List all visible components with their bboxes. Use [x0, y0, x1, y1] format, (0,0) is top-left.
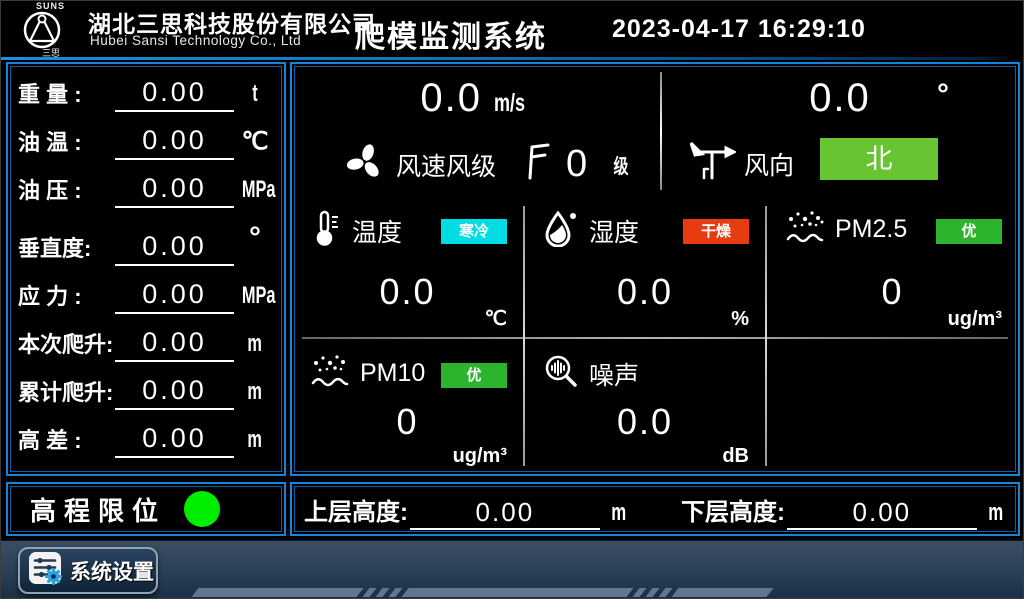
system-settings-button[interactable]: 系统设置 — [18, 547, 158, 594]
humidity-unit: % — [731, 308, 749, 331]
elevation-limit-label: 高程限位 — [30, 491, 166, 528]
wind-direction-row: 风向 — [690, 140, 794, 187]
wind-level-value: 0 — [566, 143, 587, 186]
header-divider — [0, 57, 1013, 60]
pm25-dust-icon — [785, 209, 825, 250]
wind-direction-display: 0.0 — [662, 76, 1018, 121]
current-climb-label: 本次爬升: — [18, 334, 115, 363]
current-climb-value: 0.00 — [115, 329, 234, 362]
thermometer-icon — [310, 209, 342, 252]
verticality-unit: ° — [234, 223, 276, 267]
noise-label: 噪声 — [589, 356, 639, 392]
oil-pressure-label: 油 压 : — [18, 180, 115, 209]
pm10-label: PM10 — [360, 359, 425, 388]
wind-speed-unit: m/s — [495, 89, 526, 118]
noise-cell: 噪声 0.0 dB — [525, 339, 765, 474]
oil-pressure-unit: MPa — [242, 178, 276, 202]
oil-pressure-value: 0.00 — [115, 175, 234, 208]
wind-direction-label: 风向 — [744, 146, 794, 182]
row-oil-pressure: 油 压 : 0.00 MPa — [18, 175, 276, 209]
row-current-climb: 本次爬升: 0.00 m — [18, 329, 276, 363]
wind-speed-value: 0.0 — [420, 76, 482, 120]
measurements-panel: 重 量 : 0.00 t 油 温 : 0.00 ℃ 油 压 : 0.00 MPa… — [6, 62, 286, 476]
weight-unit: t — [252, 82, 257, 106]
verticality-value: 0.00 — [115, 233, 234, 266]
row-verticality: 垂直度: 0.00 ° — [18, 223, 276, 267]
row-oil-temp: 油 温 : 0.00 ℃ — [18, 127, 276, 161]
taskbar-decoration — [191, 588, 773, 597]
weight-value: 0.00 — [115, 79, 234, 112]
noise-unit: dB — [722, 445, 749, 468]
pm25-label: PM2.5 — [835, 215, 907, 244]
wind-direction-badge: 北 — [820, 138, 938, 180]
pm10-dust-icon — [310, 353, 350, 394]
fan-icon — [344, 141, 386, 188]
wind-level-icon — [524, 140, 550, 189]
datetime-display: 2023-04-17 16:29:10 — [612, 15, 866, 44]
upper-height-value: 0.00 — [410, 499, 600, 530]
current-climb-unit: m — [248, 332, 263, 356]
wind-level-unit: 级 — [614, 150, 629, 179]
wind-speed-display: 0.0 m/s — [292, 76, 660, 121]
wind-direction-unit: ° — [937, 78, 949, 112]
verticality-label: 垂直度: — [18, 238, 115, 267]
pm25-cell: PM2.5 优 0 ug/m³ — [767, 195, 1018, 337]
total-climb-value: 0.00 — [115, 377, 234, 410]
elevation-limit-status-light — [184, 491, 220, 527]
stress-label: 应 力 : — [18, 286, 115, 315]
height-diff-value: 0.00 — [115, 425, 234, 458]
oil-temp-value: 0.00 — [115, 127, 234, 160]
pm10-status-badge: 优 — [441, 363, 507, 388]
total-climb-unit: m — [248, 380, 263, 404]
pm10-value: 0 — [292, 401, 523, 443]
wind-speed-level-label: 风速风级 — [396, 147, 496, 183]
wind-vane-icon — [690, 140, 736, 187]
row-weight: 重 量 : 0.00 t — [18, 79, 276, 113]
stress-unit: MPa — [242, 284, 276, 308]
taskbar: 系统设置 — [0, 540, 1024, 599]
pm25-unit: ug/m³ — [948, 308, 1002, 331]
row-height-diff: 高 差 : 0.00 m — [18, 425, 276, 459]
pm10-cell: PM10 优 0 ug/m³ — [292, 339, 523, 474]
settings-button-label: 系统设置 — [70, 556, 154, 586]
page-title: 爬模监测系统 — [355, 12, 547, 56]
oil-temp-unit: ℃ — [234, 130, 276, 161]
heights-panel: 上层高度: 0.00 m 下层高度: 0.00 m — [290, 482, 1020, 536]
height-diff-unit: m — [248, 428, 263, 452]
humidity-status-badge: 干燥 — [683, 219, 749, 244]
temperature-unit: ℃ — [485, 306, 507, 331]
humidity-drop-icon — [543, 209, 579, 252]
row-stress: 应 力 : 0.00 MPa — [18, 281, 276, 315]
settings-sliders-gear-icon — [28, 551, 62, 590]
temperature-status-badge: 寒冷 — [441, 219, 507, 244]
upper-height-label: 上层高度: — [304, 492, 408, 527]
noise-value: 0.0 — [525, 401, 765, 443]
wind-direction-value: 0.0 — [809, 76, 871, 120]
header: SUNS 三思 湖北三思科技股份有限公司 Hubei Sansi Technol… — [0, 0, 1024, 57]
elevation-limit-panel: 高程限位 — [6, 482, 286, 536]
wind-level-row: 风速风级 0 级 — [344, 140, 631, 189]
pm10-unit: ug/m³ — [453, 445, 507, 468]
humidity-cell: 湿度 干燥 0.0 % — [525, 195, 765, 337]
pm25-value: 0 — [767, 271, 1018, 313]
weight-label: 重 量 : — [18, 84, 115, 113]
lower-height-value: 0.00 — [787, 499, 977, 530]
pm25-status-badge: 优 — [936, 219, 1002, 244]
temperature-cell: 温度 寒冷 0.0 ℃ — [292, 195, 523, 337]
total-climb-label: 累计爬升: — [18, 382, 115, 411]
oil-temp-label: 油 温 : — [18, 132, 115, 161]
stress-value: 0.00 — [115, 281, 234, 314]
lower-height-label: 下层高度: — [681, 492, 785, 527]
lower-height-unit: m — [988, 499, 1003, 527]
humidity-value: 0.0 — [525, 271, 765, 313]
height-diff-label: 高 差 : — [18, 430, 115, 459]
temperature-label: 温度 — [352, 213, 402, 249]
upper-height-unit: m — [611, 499, 626, 527]
row-total-climb: 累计爬升: 0.00 m — [18, 377, 276, 411]
company-name-en: Hubei Sansi Technology Co., Ltd — [90, 33, 301, 48]
noise-meter-icon — [543, 353, 579, 394]
environment-panel: 0.0 m/s 风速风级 0 级 0.0 — [290, 62, 1020, 476]
humidity-label: 湿度 — [589, 213, 639, 249]
